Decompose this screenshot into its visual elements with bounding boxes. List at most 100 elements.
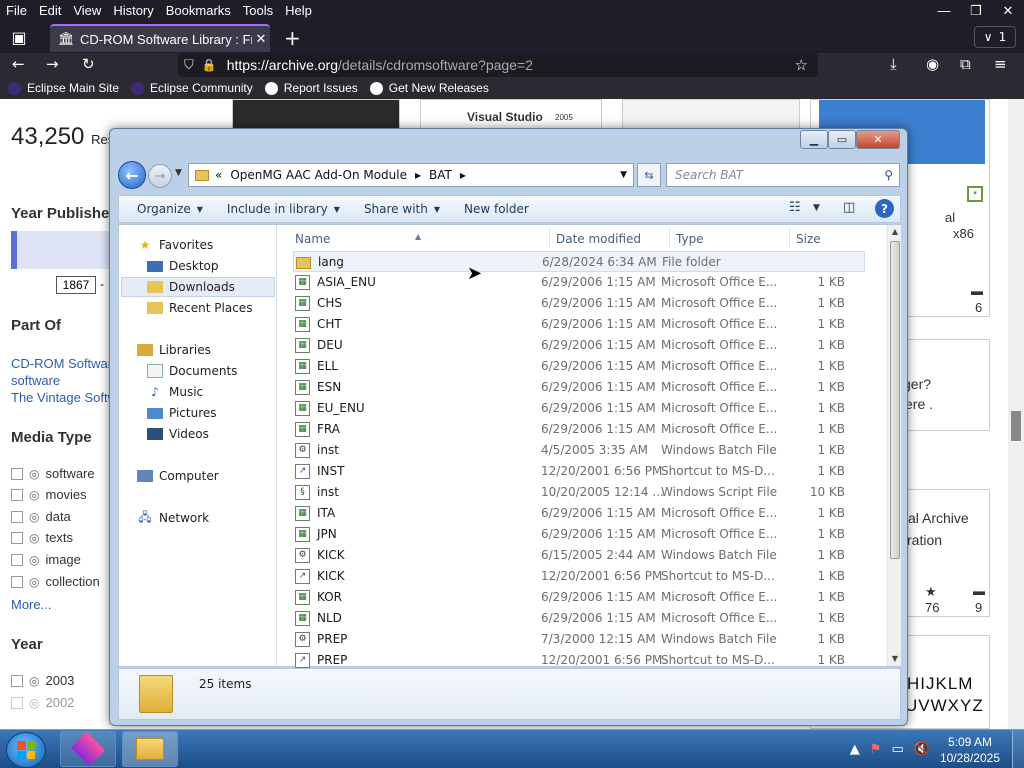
eye-icon[interactable]: ◎ [29, 575, 39, 589]
view-dropdown-icon[interactable]: ▼ [813, 203, 820, 213]
bookmark-eclipse-main-site[interactable]: Eclipse Main Site [8, 81, 119, 95]
breadcrumb-overflow[interactable]: « [215, 168, 222, 182]
account-icon[interactable]: ◉ [926, 55, 939, 73]
close-button[interactable]: ✕ [992, 0, 1024, 21]
facet-year-2003[interactable]: ◎ 2003 [11, 673, 74, 688]
table-row[interactable]: ⚙ PREP 7/3/2000 12:15 AM Windows Batch File… [293, 629, 865, 650]
page-scrollbar-thumb[interactable] [1011, 411, 1021, 441]
hamburger-menu-icon[interactable]: ≡ [994, 55, 1007, 73]
nav-favorites[interactable]: ★ Favorites [137, 235, 214, 255]
menu-view[interactable]: View [67, 3, 107, 18]
firefox-view-icon[interactable]: ▣ [8, 27, 30, 47]
tab-list-button[interactable]: ∨ 1 [974, 26, 1016, 48]
file-list-scrollbar[interactable]: ▲ ▼ [887, 225, 901, 666]
facet-data[interactable]: ◎ data [11, 509, 71, 524]
menu-help[interactable]: Help [279, 3, 318, 18]
recent-pages-chevron-icon[interactable]: ▼ [175, 168, 182, 178]
start-button[interactable] [6, 732, 46, 768]
facet-image[interactable]: ◎ image [11, 552, 81, 567]
breadcrumb-separator[interactable]: ▸ [415, 168, 421, 182]
explorer-titlebar[interactable]: ▁ ▭ ✕ [110, 129, 907, 157]
extensions-icon[interactable]: ⧉ [960, 55, 971, 73]
facet-texts[interactable]: ◎ texts [11, 530, 73, 545]
breadcrumb-separator[interactable]: ▸ [460, 168, 466, 182]
show-desktop-button[interactable] [1012, 730, 1024, 768]
table-row[interactable]: ▦ JPN 6/29/2006 1:15 AM Microsoft Office E.… [293, 524, 865, 545]
column-divider[interactable] [549, 227, 550, 248]
tab-close-icon[interactable]: ✕ [252, 31, 270, 47]
column-divider[interactable] [789, 227, 790, 248]
table-row[interactable]: ▦ ESN 6/29/2006 1:15 AM Microsoft Office E.… [293, 377, 865, 398]
breadcrumb-openmg[interactable]: OpenMG AAC Add-On Module [230, 168, 407, 182]
facet-software[interactable]: ◎ software [11, 466, 95, 481]
table-row[interactable]: § inst 10/20/2005 12:14 ... Windows Script … [293, 482, 865, 503]
network-tray-icon[interactable]: ▭ [891, 742, 903, 757]
menu-edit[interactable]: Edit [33, 3, 67, 18]
eye-icon[interactable]: ◎ [29, 467, 39, 481]
help-icon[interactable]: ? [875, 199, 894, 218]
checkbox[interactable] [11, 674, 23, 687]
checkbox[interactable] [11, 467, 23, 480]
lock-icon[interactable]: 🔒 [202, 58, 217, 72]
taskbar-app-firefox[interactable] [60, 731, 116, 767]
nav-network[interactable]: 🖧 Network [137, 508, 209, 528]
eye-icon[interactable]: ◎ [29, 510, 39, 524]
year-histogram[interactable] [11, 231, 111, 269]
year-slider-handle[interactable] [11, 231, 17, 269]
reload-icon[interactable]: ↻ [82, 55, 95, 73]
facet-movies[interactable]: ◎ movies [11, 487, 87, 502]
include-in-library-button[interactable]: Include in library ▼ [227, 202, 340, 216]
table-row[interactable]: ▦ CHT 6/29/2006 1:15 AM Microsoft Office E.… [293, 314, 865, 335]
explorer-close-button[interactable]: ✕ [856, 130, 900, 149]
search-icon[interactable]: ⚲ [884, 168, 893, 182]
preview-pane-icon[interactable]: ◫ [843, 200, 855, 215]
table-row[interactable]: ▦ NLD 6/29/2006 1:15 AM Microsoft Office E.… [293, 608, 865, 629]
table-row[interactable]: ▦ ELL 6/29/2006 1:15 AM Microsoft Office E.… [293, 356, 865, 377]
bookmark-star-icon[interactable]: ☆ [795, 56, 808, 74]
column-size[interactable]: Size [796, 232, 821, 246]
tab-cdrom-software[interactable]: 🏛 CD-ROM Software Library : Free ✕ [50, 24, 270, 52]
checkbox[interactable] [11, 553, 23, 566]
search-input[interactable]: Search BAT ⚲ [666, 163, 900, 187]
explorer-back-button[interactable]: ← [118, 161, 146, 189]
organize-button[interactable]: Organize ▼ [137, 202, 203, 216]
menu-history[interactable]: History [107, 3, 159, 18]
table-row[interactable]: ▦ FRA 6/29/2006 1:15 AM Microsoft Office E.… [293, 419, 865, 440]
share-with-button[interactable]: Share with ▼ [364, 202, 440, 216]
facet-year-2002[interactable]: ◎ 2002 [11, 695, 74, 710]
eye-icon[interactable]: ◎ [29, 553, 39, 567]
column-date-modified[interactable]: Date modified [556, 232, 641, 246]
eye-icon[interactable]: ◎ [29, 674, 39, 688]
menu-tools[interactable]: Tools [237, 3, 279, 18]
facet-collection[interactable]: ◎ collection [11, 574, 100, 589]
address-dropdown-icon[interactable]: ▼ [620, 170, 627, 180]
volume-muted-icon[interactable]: 🔇 [914, 742, 930, 757]
nav-libraries[interactable]: Libraries [137, 340, 211, 360]
scrollbar-thumb[interactable] [890, 241, 900, 559]
table-row[interactable]: ▦ EU_ENU 6/29/2006 1:15 AM Microsoft Office… [293, 398, 865, 419]
table-row[interactable]: ▦ ASIA_ENU 6/29/2006 1:15 AM Microsoft Offi… [293, 272, 865, 293]
new-folder-button[interactable]: New folder [464, 202, 529, 216]
checkbox[interactable] [11, 510, 23, 523]
table-row[interactable]: ▦ DEU 6/29/2006 1:15 AM Microsoft Office E.… [293, 335, 865, 356]
shield-icon[interactable]: ⛉ [184, 57, 194, 73]
table-row[interactable]: ⚙ KICK 6/15/2005 2:44 AM Windows Batch File… [293, 545, 865, 566]
table-row[interactable]: ↗ INST 12/20/2001 6:56 PM Shortcut to MS-D.… [293, 461, 865, 482]
restore-button[interactable]: ❐ [960, 0, 992, 21]
eye-icon[interactable]: ◎ [29, 488, 39, 502]
forward-arrow-icon[interactable]: → [46, 55, 59, 73]
item-card-visual-studio[interactable]: Visual Studio 2005 [420, 99, 602, 129]
action-center-flag-icon[interactable]: ⚑ [870, 742, 882, 757]
back-arrow-icon[interactable]: ← [12, 55, 25, 73]
address-bar[interactable]: « OpenMG AAC Add-On Module ▸ BAT ▸ ▼ [188, 163, 634, 187]
nav-recent-places[interactable]: Recent Places [147, 298, 252, 318]
table-row[interactable]: ⚙ inst 4/5/2005 3:35 AM Windows Batch File 1… [293, 440, 865, 461]
nav-videos[interactable]: Videos [147, 424, 209, 444]
table-row[interactable]: ↗ KICK 12/20/2001 6:56 PM Shortcut to MS-D.… [293, 566, 865, 587]
minimize-button[interactable]: — [928, 0, 960, 21]
page-scrollbar[interactable] [1008, 99, 1024, 729]
column-type[interactable]: Type [676, 232, 704, 246]
year-from-input[interactable]: 1867 [56, 276, 96, 294]
clock[interactable]: 5:09 AM 10/28/2025 [940, 734, 1000, 766]
bookmark-report-issues[interactable]: Report Issues [264, 81, 358, 95]
